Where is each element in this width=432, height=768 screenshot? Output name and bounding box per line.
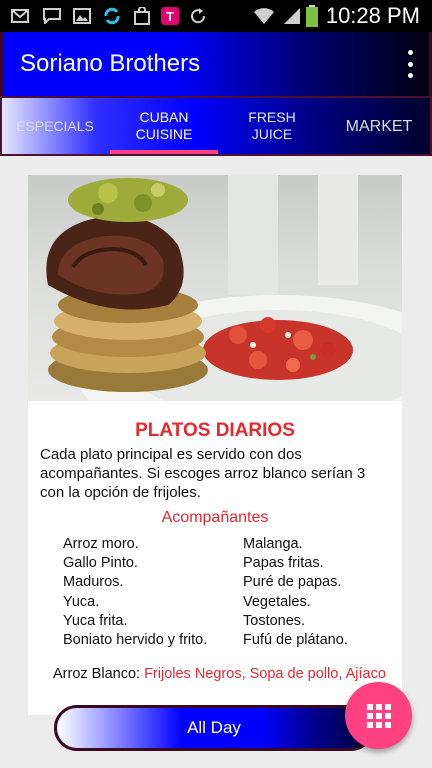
bag-icon <box>132 6 152 26</box>
status-bar: T 10:28 PM <box>0 0 432 32</box>
side-item: Boniato hervido y frito. <box>63 632 208 649</box>
arroz-blanco-note: Arroz Blanco: Frijoles Negros, Sopa de p… <box>53 665 393 684</box>
battery-icon <box>305 5 319 27</box>
image-icon <box>72 6 92 26</box>
food-photo <box>28 175 402 401</box>
tab-label: ESPECIALS <box>16 117 94 134</box>
side-item: Puré de papas. <box>243 574 342 591</box>
wifi-icon <box>252 6 276 26</box>
apps-grid-icon <box>366 703 391 728</box>
signal-icon <box>282 6 302 26</box>
all-day-label: All Day <box>187 718 241 737</box>
tab-indicator <box>110 150 218 154</box>
arroz-options: Frijoles Negros, Sopa de pollo, Ajíaco <box>144 666 386 682</box>
svg-text:T: T <box>166 9 174 24</box>
sides-heading: Acompañantes <box>161 509 269 526</box>
arroz-label: Arroz Blanco: <box>53 666 145 682</box>
sides-list-left: Arroz moro. Gallo Pinto. Maduros. Yuca. … <box>63 535 207 650</box>
side-item: Arroz moro. <box>63 536 139 552</box>
refresh-icon <box>188 6 208 26</box>
tab-cuban-cuisine[interactable]: CUBAN CUISINE <box>110 98 218 154</box>
side-item: Yuca frita. <box>63 612 128 629</box>
side-item: Tostones. <box>243 612 306 629</box>
side-item: Papas fritas. <box>243 555 324 572</box>
tab-label: MARKET <box>345 117 413 135</box>
side-item: Gallo Pinto. <box>63 555 138 572</box>
card-description: Cada plato principal es servido con dos … <box>40 446 366 501</box>
tab-especials[interactable]: ESPECIALS <box>2 98 108 154</box>
tab-label: FRESH JUICE <box>248 109 296 142</box>
mail-icon <box>10 6 30 26</box>
tmobile-icon: T <box>160 6 180 26</box>
side-item: Malanga. <box>243 536 303 552</box>
clock: 10:28 PM <box>325 3 420 28</box>
tab-market[interactable]: MARKET <box>326 98 432 154</box>
all-day-button[interactable]: All Day <box>54 705 374 751</box>
tab-bar: ESPECIALS CUBAN CUISINE FRESH JUICE MARK… <box>0 96 432 156</box>
tab-label: CUBAN CUISINE <box>135 109 193 142</box>
chat-icon <box>42 6 62 26</box>
app-title: Soriano Brothers <box>20 50 201 77</box>
sides-list-right: Malanga. Papas fritas. Puré de papas. Ve… <box>243 535 348 650</box>
side-item: Maduros. <box>63 574 124 591</box>
sync-app-icon <box>102 6 122 26</box>
side-item: Yuca. <box>63 593 100 610</box>
side-item: Fufú de plátano. <box>243 632 348 649</box>
fab-button[interactable] <box>345 682 412 749</box>
card-title: PLATOS DIARIOS <box>135 420 295 441</box>
side-item: Vegetales. <box>243 593 311 610</box>
tab-fresh-juice[interactable]: FRESH JUICE <box>218 98 326 154</box>
more-vert-icon[interactable] <box>405 50 415 78</box>
app-bar: Soriano Brothers <box>0 32 432 96</box>
menu-card: PLATOS DIARIOS Cada plato principal es s… <box>28 175 402 715</box>
